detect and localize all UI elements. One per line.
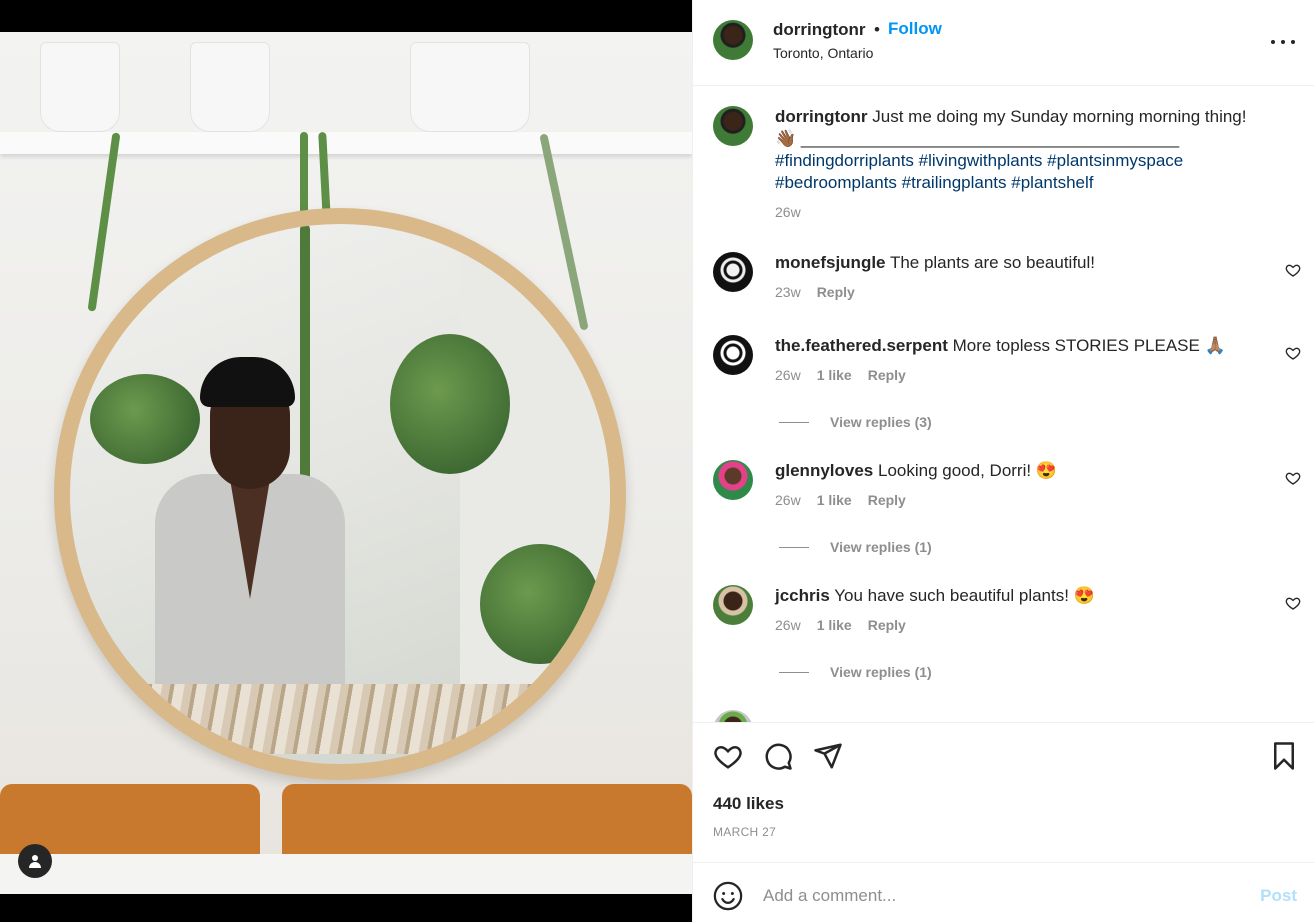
- like-heart-icon[interactable]: [713, 741, 743, 771]
- reflected-wall: [460, 224, 610, 764]
- post-photo: [0, 32, 692, 894]
- replies-line: [779, 421, 809, 423]
- view-replies-button[interactable]: View replies (3): [779, 414, 932, 430]
- comment-time[interactable]: 23w: [775, 284, 801, 300]
- comment-like-heart-icon[interactable]: [1285, 345, 1301, 361]
- mirror-reflection: [70, 224, 610, 764]
- reflected-plant: [480, 544, 600, 664]
- post-side-panel: dorringtonr • Follow Toronto, Ontario do…: [692, 0, 1314, 922]
- view-replies-label: View replies (1): [830, 664, 932, 680]
- view-replies-label: View replies (3): [830, 414, 932, 430]
- replies-line: [779, 671, 809, 673]
- comment-like-heart-icon[interactable]: [1285, 262, 1301, 278]
- comment-username[interactable]: monefsjungle: [775, 253, 886, 272]
- comment-like-heart-icon[interactable]: [1285, 595, 1301, 611]
- comment-input[interactable]: [763, 881, 1233, 911]
- reply-button[interactable]: Reply: [817, 284, 855, 300]
- view-replies-button[interactable]: View replies (1): [779, 664, 932, 680]
- comment-username[interactable]: the.feathered.serpent: [775, 336, 948, 355]
- share-paper-plane-icon[interactable]: [813, 741, 843, 771]
- comment-likes[interactable]: 1 like: [817, 617, 852, 633]
- post-button[interactable]: Post: [1260, 886, 1297, 906]
- avatar[interactable]: [713, 460, 753, 500]
- reply-button[interactable]: Reply: [868, 492, 906, 508]
- comment-time[interactable]: 26w: [775, 367, 801, 383]
- view-replies-button[interactable]: View replies (1): [779, 539, 932, 555]
- avatar[interactable]: [713, 710, 753, 722]
- comment-username[interactable]: jcchris: [775, 586, 830, 605]
- comment-bubble-icon[interactable]: [763, 741, 793, 771]
- caption-text: Just me doing my Sunday morning morning …: [872, 107, 1247, 126]
- comment-text: More topless STORIES PLEASE 🙏🏽: [952, 336, 1226, 355]
- caption-hashtags[interactable]: #bedroomplants #trailingplants #plantshe…: [775, 172, 1285, 194]
- add-comment-bar: Post: [693, 862, 1314, 922]
- comment-like-heart-icon[interactable]: [1285, 470, 1301, 486]
- comment-text: The plants are so beautiful!: [889, 253, 1096, 272]
- avatar[interactable]: [713, 20, 753, 60]
- header-separator: •: [874, 20, 880, 39]
- reply-button[interactable]: Reply: [868, 617, 906, 633]
- comment-time[interactable]: 26w: [775, 617, 801, 633]
- comments-list[interactable]: dorringtonr Just me doing my Sunday morn…: [693, 86, 1314, 722]
- more-options-icon[interactable]: [1271, 32, 1295, 52]
- follow-button[interactable]: Follow: [888, 19, 942, 39]
- caption-divider: ________________________________________: [800, 129, 1180, 148]
- emoji-smiley-icon[interactable]: [713, 881, 743, 911]
- reply-button[interactable]: Reply: [868, 367, 906, 383]
- caption-username[interactable]: dorringtonr: [775, 107, 868, 126]
- caption-time[interactable]: 26w: [775, 204, 1285, 220]
- comment-time[interactable]: 26w: [775, 492, 801, 508]
- user-tag-icon[interactable]: [18, 844, 52, 878]
- likes-count[interactable]: 440 likes: [713, 794, 784, 814]
- comment-text: You have such beautiful plants! 😍: [834, 586, 1095, 605]
- view-replies-label: View replies (1): [830, 539, 932, 555]
- post-actions: 440 likes MARCH 27: [693, 722, 1314, 862]
- caption-hashtags[interactable]: #findingdorriplants #livingwithplants #p…: [775, 150, 1285, 172]
- caption-emoji: 👋🏾: [775, 129, 797, 148]
- comment-likes[interactable]: 1 like: [817, 492, 852, 508]
- trailing-vine: [87, 132, 121, 312]
- wall-shelf: [0, 132, 692, 154]
- post-date[interactable]: MARCH 27: [713, 825, 776, 839]
- post-media[interactable]: [0, 0, 692, 922]
- comment-username[interactable]: glennyloves: [775, 461, 873, 480]
- blanket: [130, 684, 550, 754]
- avatar[interactable]: [713, 106, 753, 146]
- comment-text: Looking good, Dorri! 😍: [878, 461, 1057, 480]
- save-bookmark-icon[interactable]: [1269, 741, 1299, 771]
- round-mirror: [54, 208, 626, 780]
- plant-pot: [410, 42, 530, 132]
- avatar[interactable]: [713, 335, 753, 375]
- bed-sheet: [0, 854, 692, 894]
- plant-pot: [190, 42, 270, 132]
- pillow: [282, 784, 692, 864]
- avatar[interactable]: [713, 252, 753, 292]
- header-username[interactable]: dorringtonr: [773, 20, 866, 40]
- plant-pot: [40, 42, 120, 132]
- post-header: dorringtonr • Follow Toronto, Ontario: [693, 0, 1314, 86]
- comment-likes[interactable]: 1 like: [817, 367, 852, 383]
- avatar[interactable]: [713, 585, 753, 625]
- person-hair: [200, 357, 295, 407]
- location-link[interactable]: Toronto, Ontario: [773, 45, 873, 61]
- replies-line: [779, 546, 809, 548]
- reflected-plant: [390, 334, 510, 474]
